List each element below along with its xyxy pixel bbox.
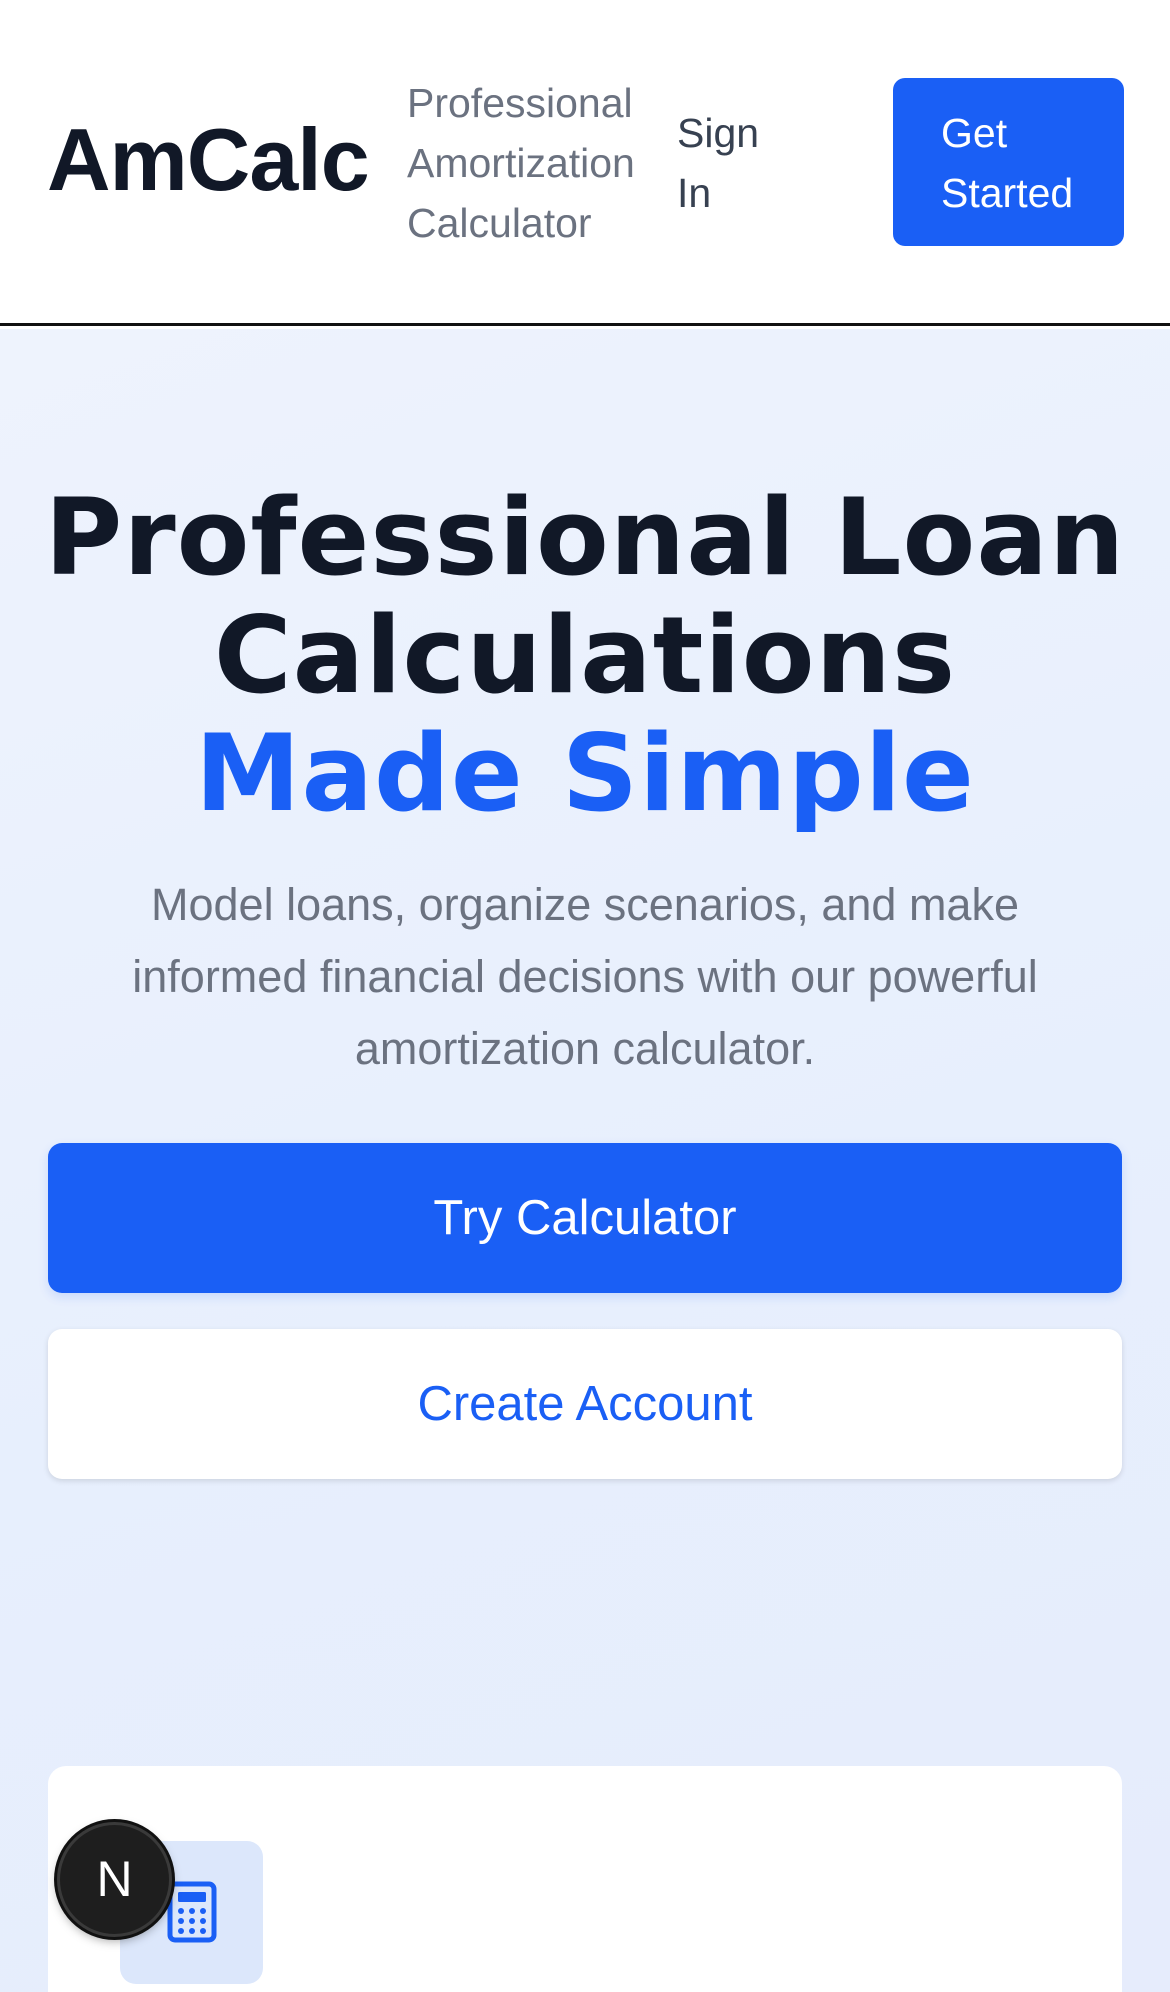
- logo[interactable]: AmCalc: [47, 108, 370, 212]
- hero-subtitle: Model loans, organize scenarios, and mak…: [132, 879, 1038, 1074]
- hero-title: Professional Loan Calculations Made Simp…: [0, 479, 1170, 833]
- feature-card: [48, 1766, 1122, 1992]
- create-account-button[interactable]: Create Account: [48, 1329, 1122, 1479]
- hero-title-accent: Made Simple: [195, 712, 975, 835]
- get-started-button[interactable]: Get Started: [893, 78, 1124, 246]
- try-calculator-button[interactable]: Try Calculator: [48, 1143, 1122, 1293]
- site-header: AmCalc Professional Amortization Calcula…: [0, 0, 1170, 326]
- hero-section: Professional Loan Calculations Made Simp…: [0, 329, 1170, 1992]
- calculator-icon: [167, 1881, 217, 1943]
- sign-in-link[interactable]: Sign In: [677, 103, 787, 223]
- hero-title-main: Professional Loan Calculations: [44, 476, 1126, 717]
- tagline: Professional Amortization Calculator: [407, 80, 635, 246]
- n-badge-button[interactable]: N: [57, 1822, 172, 1937]
